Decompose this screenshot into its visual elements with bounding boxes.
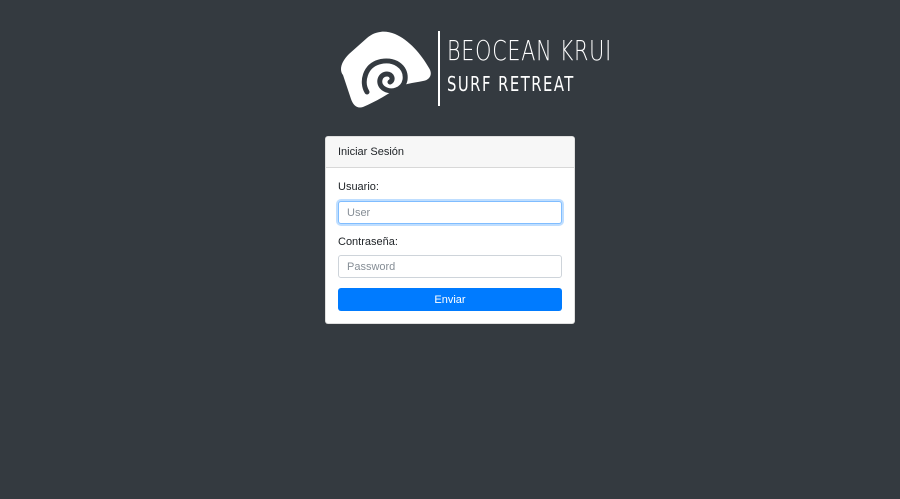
password-label: Contraseña: [338,236,398,248]
brand-title: BEOCEAN KRUI [447,34,612,67]
username-label: Usuario: [338,181,379,193]
login-page: BEOCEAN KRUI SURF RETREAT Iniciar Sesión… [0,0,900,499]
brand-divider [438,31,440,106]
brand-subtitle: SURF RETREAT [447,72,575,96]
wave-logo-icon [341,31,431,108]
brand: BEOCEAN KRUI SURF RETREAT [339,30,611,108]
login-card: Iniciar Sesión Usuario: Contraseña: Envi… [325,136,575,324]
login-card-header: Iniciar Sesión [326,137,574,168]
submit-button[interactable]: Enviar [338,288,562,311]
username-input[interactable] [338,201,562,224]
password-input[interactable] [338,255,562,278]
